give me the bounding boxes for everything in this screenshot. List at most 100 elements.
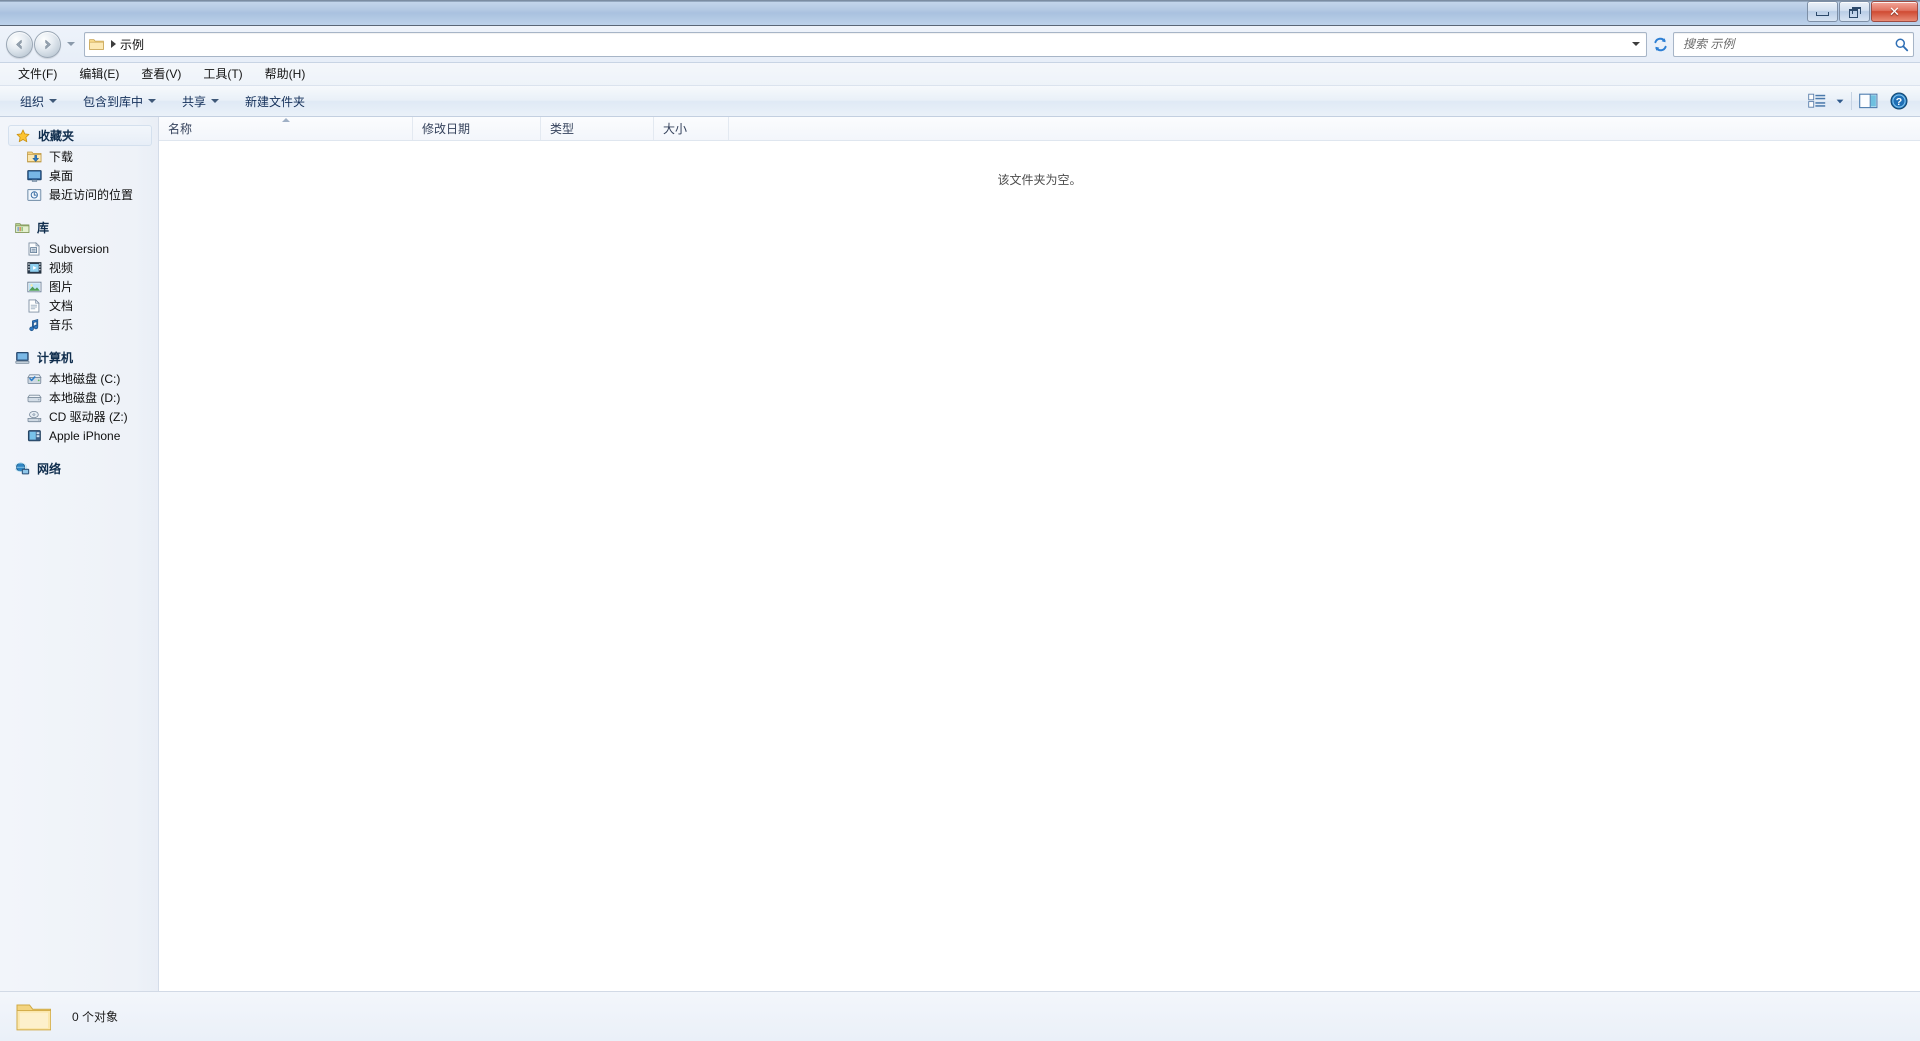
chevron-down-icon xyxy=(148,99,157,103)
share-with-button[interactable]: 共享 xyxy=(172,88,229,115)
recent-pages-button[interactable] xyxy=(64,42,77,46)
chevron-down-icon xyxy=(49,99,58,103)
change-view-button[interactable] xyxy=(1808,93,1826,109)
sidebar-item-favorites[interactable]: 收藏夹 xyxy=(8,125,152,146)
sort-ascending-icon xyxy=(281,118,290,122)
navigation-pane[interactable]: 收藏夹 下载 桌面 最近访问的位置 库 Subversion 视频 图片 文档 … xyxy=(0,117,159,991)
sidebar-item-documents[interactable]: 文档 xyxy=(0,296,158,315)
computer-icon xyxy=(14,350,30,366)
subversion-icon xyxy=(26,241,42,257)
breadcrumb: 示例 xyxy=(89,36,1628,53)
restore-button[interactable] xyxy=(1839,1,1870,22)
menu-item-help[interactable]: 帮助(H) xyxy=(255,63,316,85)
column-headers: 名称 修改日期 类型 大小 xyxy=(159,117,1920,141)
sidebar-item-local-disk-d[interactable]: 本地磁盘 (D:) xyxy=(0,388,158,407)
search-input[interactable] xyxy=(1681,36,1891,52)
column-header-size[interactable]: 大小 xyxy=(654,117,729,140)
sidebar-item-subversion[interactable]: Subversion xyxy=(0,239,158,258)
sidebar-item-videos[interactable]: 视频 xyxy=(0,258,158,277)
sidebar-item-music[interactable]: 音乐 xyxy=(0,315,158,334)
sidebar-item-libraries[interactable]: 库 xyxy=(0,217,158,238)
nav-group-favorites: 收藏夹 下载 桌面 最近访问的位置 xyxy=(0,125,158,204)
menu-item-tools[interactable]: 工具(T) xyxy=(193,63,252,85)
preview-pane-button[interactable] xyxy=(1859,93,1878,109)
sidebar-item-label: CD 驱动器 (Z:) xyxy=(49,410,128,424)
desktop-icon xyxy=(26,168,42,184)
pictures-icon xyxy=(26,279,42,295)
recent-places-icon xyxy=(26,187,42,203)
restore-icon xyxy=(1849,7,1861,18)
back-arrow-icon xyxy=(16,39,22,49)
sidebar-item-apple-iphone[interactable]: Apple iPhone xyxy=(0,426,158,445)
svg-text:?: ? xyxy=(1896,96,1902,108)
minimize-icon xyxy=(1816,12,1829,16)
search-icon xyxy=(1891,37,1911,52)
sidebar-item-computer[interactable]: 计算机 xyxy=(0,347,158,368)
command-bar: 组织 包含到库中 共享 新建文件夹 ? xyxy=(0,86,1920,117)
sidebar-item-desktop[interactable]: 桌面 xyxy=(0,166,158,185)
drive-icon xyxy=(26,390,42,406)
window-top-edge xyxy=(0,0,1920,2)
column-label: 类型 xyxy=(550,122,575,136)
sidebar-item-label: 库 xyxy=(37,221,50,235)
toolbar-separator xyxy=(1851,92,1852,110)
column-header-date-modified[interactable]: 修改日期 xyxy=(413,117,541,140)
sidebar-item-downloads[interactable]: 下载 xyxy=(0,147,158,166)
content-pane: 名称 修改日期 类型 大小 该文件夹为空。 xyxy=(159,117,1920,991)
share-label: 共享 xyxy=(182,94,207,109)
sidebar-item-cd-drive-z[interactable]: CD 驱动器 (Z:) xyxy=(0,407,158,426)
column-header-name[interactable]: 名称 xyxy=(159,117,413,140)
videos-icon xyxy=(26,260,42,276)
forward-button[interactable] xyxy=(34,30,61,58)
downloads-icon xyxy=(26,149,42,165)
menu-item-file[interactable]: 文件(F) xyxy=(8,63,67,85)
column-label: 大小 xyxy=(663,122,688,136)
sidebar-item-label: 本地磁盘 (D:) xyxy=(49,391,121,405)
item-count-label: 0 个对象 xyxy=(72,1010,119,1024)
sidebar-item-network[interactable]: 网络 xyxy=(0,458,158,479)
documents-icon xyxy=(26,298,42,314)
sidebar-item-label: 本地磁盘 (C:) xyxy=(49,372,121,386)
column-label: 修改日期 xyxy=(422,122,471,136)
file-list[interactable]: 该文件夹为空。 xyxy=(159,141,1920,991)
view-options-dropdown[interactable] xyxy=(1826,98,1844,105)
chevron-down-icon xyxy=(211,99,220,103)
include-in-library-label: 包含到库中 xyxy=(83,94,144,109)
help-button[interactable]: ? xyxy=(1890,92,1908,110)
system-drive-icon xyxy=(26,371,42,387)
music-icon xyxy=(26,317,42,333)
chevron-down-icon xyxy=(1632,42,1640,46)
sidebar-item-label: Subversion xyxy=(49,241,110,256)
column-header-type[interactable]: 类型 xyxy=(541,117,654,140)
cd-drive-icon xyxy=(26,409,42,425)
network-icon xyxy=(14,461,30,477)
new-folder-button[interactable]: 新建文件夹 xyxy=(235,88,315,115)
explorer-window: ✕ 示例 搜索 示例 文件(F) 编辑(E) 查看(V) 工具(T) 帮助(H)… xyxy=(0,0,1920,1041)
minimize-button[interactable] xyxy=(1807,1,1838,22)
address-bar[interactable]: 示例 xyxy=(84,31,1647,57)
refresh-button[interactable] xyxy=(1649,33,1671,56)
menu-item-view[interactable]: 查看(V) xyxy=(131,63,191,85)
sidebar-item-local-disk-c[interactable]: 本地磁盘 (C:) xyxy=(0,369,158,388)
help-icon: ? xyxy=(1890,92,1908,110)
status-bar: 0 个对象 xyxy=(0,991,1920,1041)
organize-button[interactable]: 组织 xyxy=(10,88,67,115)
search-box[interactable] xyxy=(1673,31,1914,57)
breadcrumb-current-folder[interactable]: 示例 xyxy=(120,36,144,53)
sidebar-item-pictures[interactable]: 图片 xyxy=(0,277,158,296)
sidebar-item-label: 网络 xyxy=(37,462,62,476)
sidebar-item-label: 收藏夹 xyxy=(38,129,75,143)
breadcrumb-separator-icon xyxy=(111,40,116,48)
organize-label: 组织 xyxy=(20,94,45,109)
sidebar-item-label: 桌面 xyxy=(49,169,74,183)
include-in-library-button[interactable]: 包含到库中 xyxy=(73,88,166,115)
menu-item-edit[interactable]: 编辑(E) xyxy=(69,63,129,85)
address-history-button[interactable] xyxy=(1628,34,1644,55)
close-button[interactable]: ✕ xyxy=(1871,1,1918,22)
address-bar-row: 示例 xyxy=(0,26,1920,63)
chevron-down-icon xyxy=(66,42,75,46)
back-button[interactable] xyxy=(6,30,33,58)
navigation-buttons xyxy=(6,30,77,58)
column-label: 名称 xyxy=(168,122,193,136)
sidebar-item-recent-places[interactable]: 最近访问的位置 xyxy=(0,185,158,204)
